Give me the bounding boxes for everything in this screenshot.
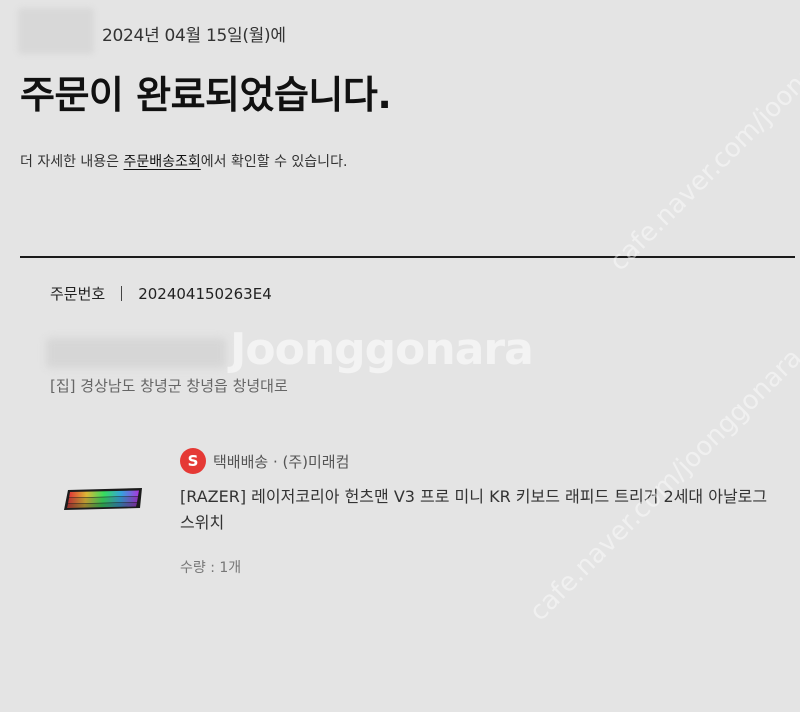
order-number-separator bbox=[121, 286, 123, 301]
order-tracking-link[interactable]: 주문배송조회 bbox=[124, 154, 201, 170]
shipper-badge-icon: S bbox=[180, 448, 206, 474]
section-divider bbox=[20, 256, 795, 258]
product-title[interactable]: [RAZER] 레이저코리아 헌츠맨 V3 프로 미니 KR 키보드 래피드 트… bbox=[180, 484, 780, 536]
order-number-row: 주문번호 202404150263E4 bbox=[50, 283, 272, 304]
keyboard-icon[interactable] bbox=[62, 484, 146, 514]
order-number-value: 202404150263E4 bbox=[138, 284, 272, 303]
order-date: 2024년 04월 15일(월)에 bbox=[102, 26, 286, 46]
watermark-logo: Joonggonara bbox=[230, 324, 534, 375]
shipping-address: [집] 경상남도 창녕군 창녕읍 창녕대로 bbox=[50, 377, 288, 395]
order-number-label: 주문번호 bbox=[50, 285, 106, 303]
detail-info-text: 더 자세한 내용은 주문배송조회에서 확인할 수 있습니다. bbox=[20, 151, 347, 171]
blurred-recipient-info bbox=[46, 338, 226, 368]
watermark-diagonal: cafe.naver.com/joonggonara bbox=[603, 0, 800, 278]
detail-info-suffix: 에서 확인할 수 있습니다. bbox=[200, 154, 348, 170]
detail-info-prefix: 더 자세한 내용은 bbox=[20, 154, 124, 170]
product-quantity: 수량 : 1개 bbox=[180, 560, 242, 576]
page-title: 주문이 완료되었습니다. bbox=[20, 73, 392, 117]
shipper-row: S 택배배송 · (주)미래컴 bbox=[180, 448, 349, 474]
shipper-label: 택배배송 · (주)미래컴 bbox=[213, 452, 350, 471]
blurred-user-name bbox=[18, 8, 94, 54]
